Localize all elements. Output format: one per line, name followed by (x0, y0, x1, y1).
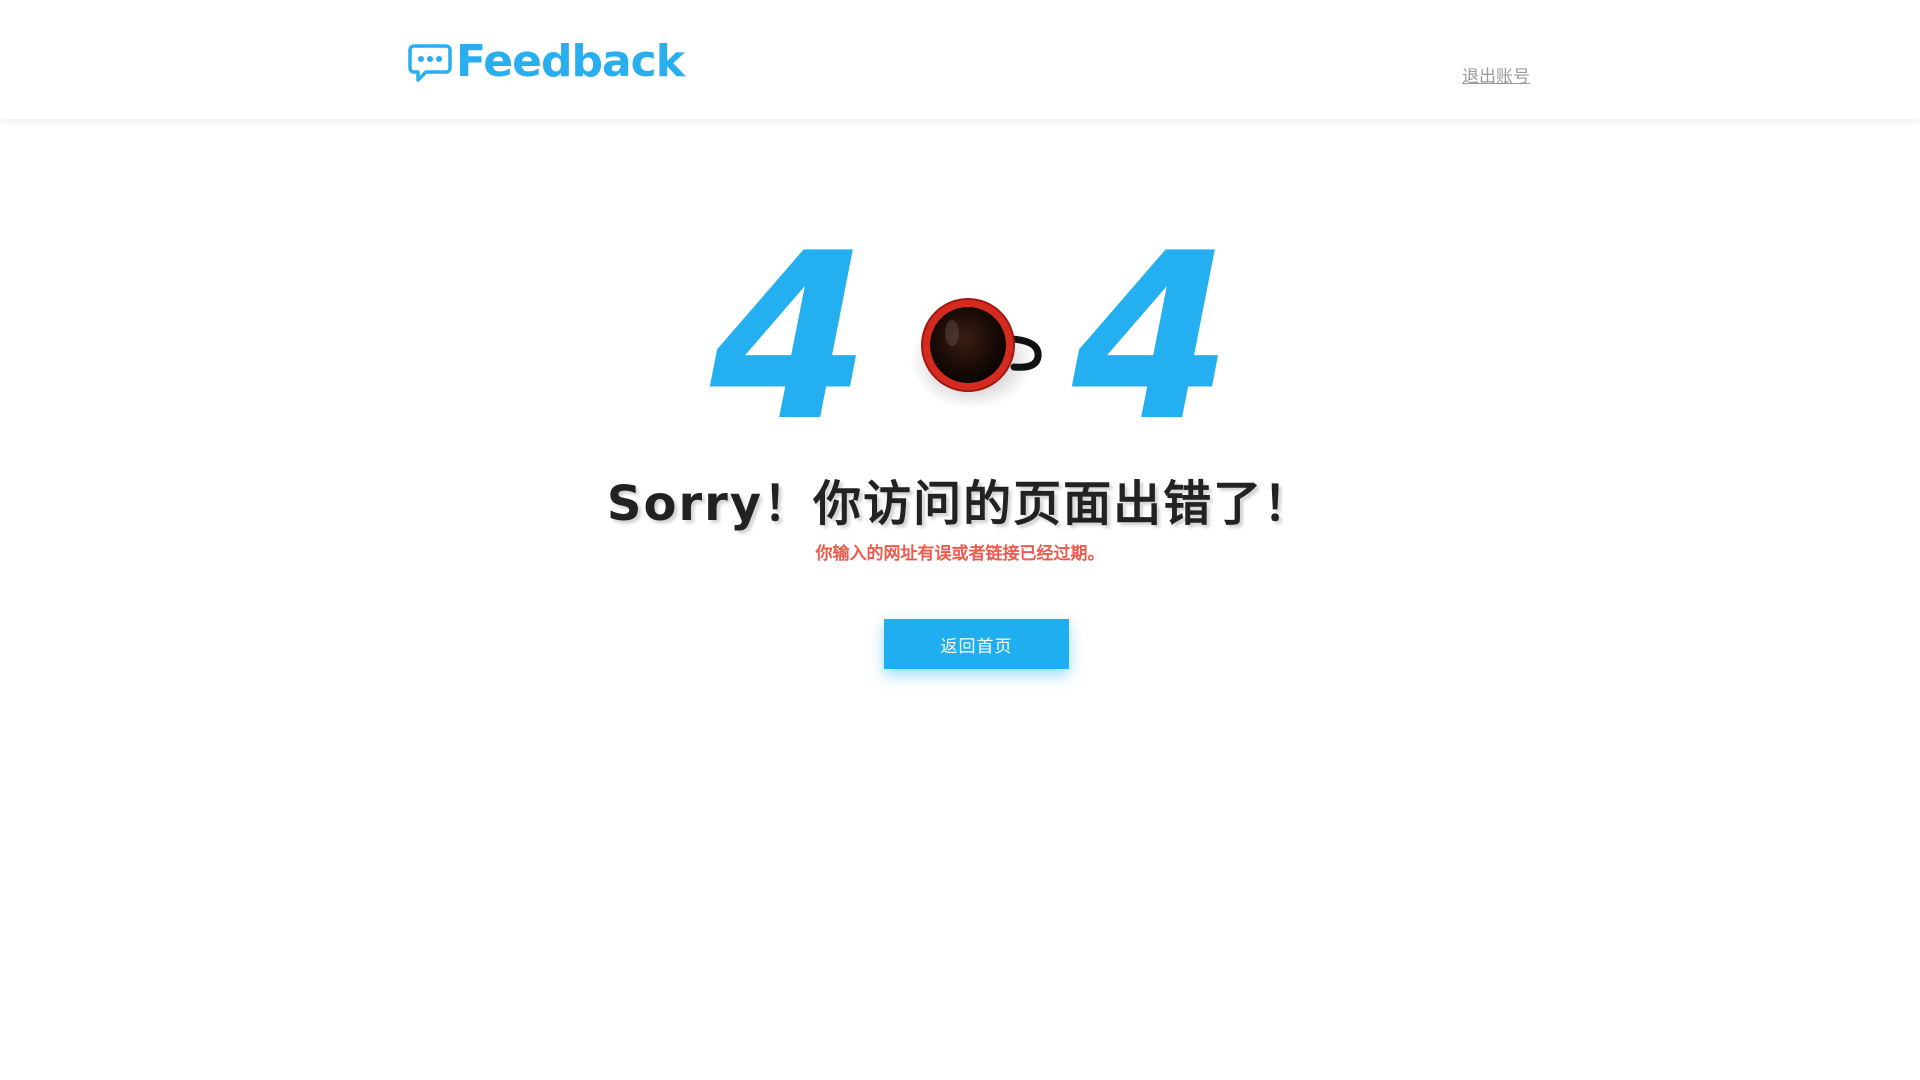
logo-text: Feedback (456, 36, 685, 87)
error-message: 你输入的网址有误或者链接已经过期。 (815, 544, 1105, 564)
error-page: 4 4 Sorry！你访问的页面出错了！ 你输入的网址有误或者链接已经过期。 返… (0, 119, 1920, 1080)
top-header: Feedback 退出账号 (0, 0, 1920, 119)
return-home-button[interactable]: 返回首页 (884, 619, 1069, 669)
digit-four-left: 4 (710, 205, 871, 472)
error-headline: Sorry！你访问的页面出错了！ (606, 476, 1314, 532)
feedback-logo[interactable]: Feedback (408, 36, 685, 87)
error-404-graphic: 4 4 (700, 205, 1232, 472)
logout-link[interactable]: 退出账号 (1462, 62, 1530, 87)
coffee-cup-icon (910, 298, 1042, 409)
digit-four-right: 4 (1072, 205, 1233, 472)
chat-bubble-icon (408, 44, 452, 82)
